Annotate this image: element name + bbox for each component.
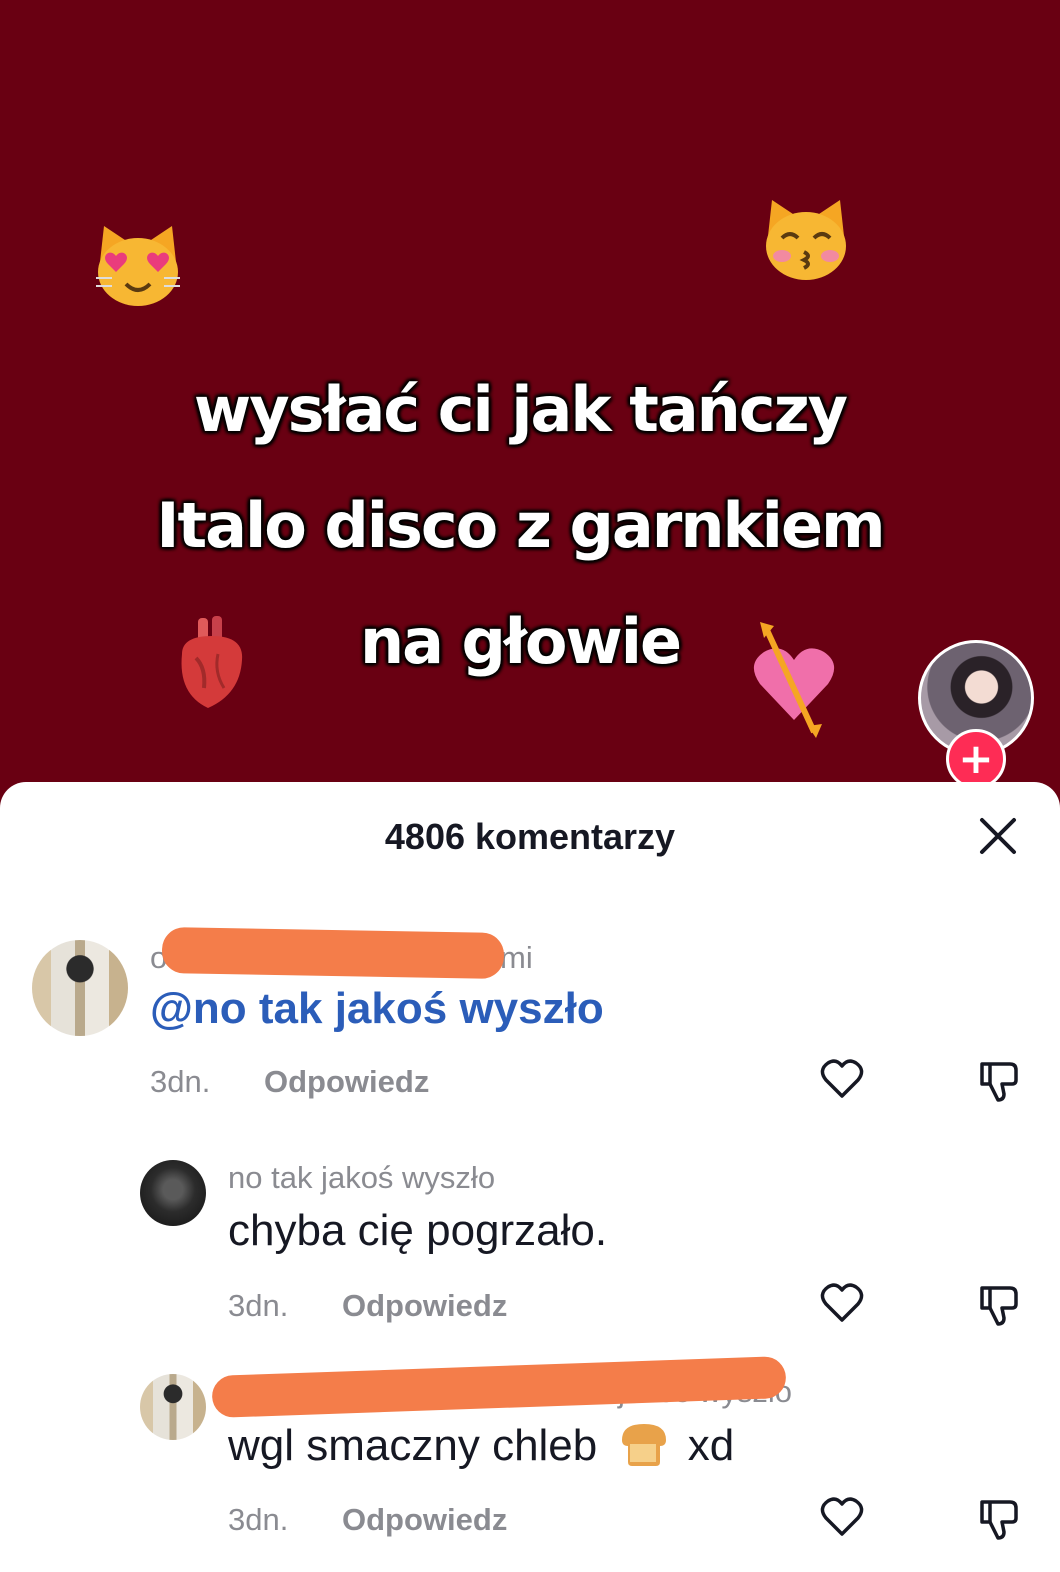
like-heart-icon[interactable] xyxy=(818,1280,866,1328)
reply-button[interactable]: Odpowiedz xyxy=(264,1064,429,1100)
bread-icon xyxy=(621,1424,666,1466)
kissing-cat-icon xyxy=(766,200,846,280)
like-heart-icon[interactable] xyxy=(818,1494,866,1542)
like-heart-icon[interactable] xyxy=(818,1056,866,1104)
comment-time: 3dn. xyxy=(228,1288,289,1323)
comment-reply-item: no tak jakoś wyszło chyba cię pogrzało. … xyxy=(0,1150,1060,1340)
redaction-mark xyxy=(161,927,505,979)
comment-text: @no tak jakoś wyszło xyxy=(150,984,604,1033)
plus-icon: + xyxy=(958,734,994,783)
comment-username-suffix: mi xyxy=(500,940,533,975)
comment-time: 3dn. xyxy=(150,1064,211,1099)
comment-username[interactable]: no tak jakoś wyszło xyxy=(228,1160,495,1196)
dislike-icon[interactable] xyxy=(974,1280,1022,1328)
reply-button[interactable]: Odpowiedz xyxy=(342,1502,507,1538)
follow-button[interactable]: + xyxy=(946,729,1006,789)
comment-text: chyba cię pogrzało. xyxy=(228,1206,608,1255)
comments-panel: 4806 komentarzy o mi @no tak jakoś wyszł… xyxy=(0,782,1060,1572)
close-icon[interactable] xyxy=(976,814,1020,858)
comment-time: 3dn. xyxy=(228,1502,289,1537)
comment-item: o mi @no tak jakoś wyszło 3dn. Odpowiedz xyxy=(0,922,1060,1112)
comment-reply-item: o jakoś wyszło wgl smaczny chleb xd 3dn.… xyxy=(0,1355,1060,1564)
reply-button[interactable]: Odpowiedz xyxy=(342,1288,507,1324)
dislike-icon[interactable] xyxy=(974,1056,1022,1104)
video-player[interactable]: wysłać ci jak tańczy Italo disco z garnk… xyxy=(0,0,1060,812)
anatomical-heart-icon xyxy=(181,616,243,708)
comment-text: wgl smaczny chleb xd xyxy=(228,1421,735,1470)
heart-with-arrow-icon xyxy=(753,622,835,738)
avatar[interactable] xyxy=(32,940,128,1036)
comments-count-title: 4806 komentarzy xyxy=(384,816,676,857)
avatar[interactable] xyxy=(140,1374,206,1440)
caption-line-2: Italo disco z garnkiem xyxy=(156,489,885,562)
caption-line-1: wysłać ci jak tańczy xyxy=(193,373,848,446)
avatar[interactable] xyxy=(140,1160,206,1226)
heart-eyes-cat-icon xyxy=(96,226,180,306)
dislike-icon[interactable] xyxy=(974,1494,1022,1542)
